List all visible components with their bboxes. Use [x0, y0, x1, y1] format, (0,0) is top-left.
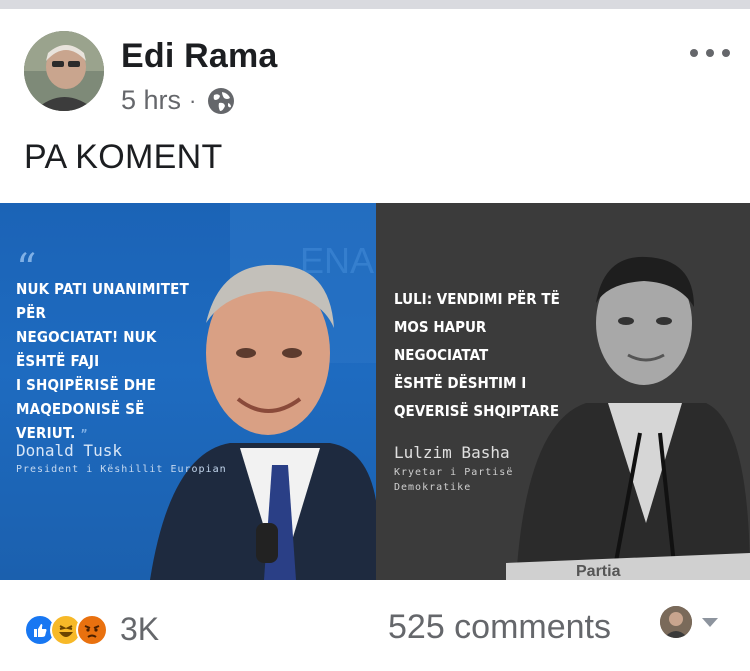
left-panel: ENA “ NUK PATI UNANIMITET PËR NEGOCIATAT…: [0, 203, 376, 580]
basha-quote: LULI: VENDIMI PËR TË MOS HAPUR NEGOCIATA…: [394, 285, 565, 425]
post-time[interactable]: 5 hrs: [121, 85, 181, 116]
meta-separator: ·: [189, 87, 197, 113]
post-meta: 5 hrs ·: [121, 85, 236, 116]
quote-close-mark: ”: [80, 427, 88, 441]
tusk-quote-line: I SHQIPËRISË DHE: [16, 376, 157, 394]
basha-quote-line: MOS HAPUR NEGOCIATAT: [394, 318, 489, 364]
globe-icon[interactable]: [206, 86, 236, 116]
basha-name: Lulzim Basha: [394, 443, 510, 462]
more-options-icon[interactable]: [690, 43, 730, 63]
author-avatar[interactable]: [24, 31, 104, 111]
post-text: PA KOMENT: [24, 138, 223, 176]
right-panel: LULI: VENDIMI PËR TË MOS HAPUR NEGOCIATA…: [376, 203, 750, 580]
basha-role-line: Demokratike: [394, 482, 472, 493]
podium-text: Partia: [576, 563, 621, 580]
angry-icon: [76, 613, 108, 646]
post-image[interactable]: ENA “ NUK PATI UNANIMITET PËR NEGOCIATAT…: [0, 203, 750, 580]
commenter-avatar: [660, 606, 692, 638]
reaction-count[interactable]: 3K: [120, 611, 159, 648]
basha-quote-line: QEVERISË SHQIPTARE: [394, 402, 560, 420]
basha-quote-line: LULI: VENDIMI PËR TË: [394, 290, 560, 308]
basha-role: Kryetar i Partisë Demokratike: [394, 465, 514, 495]
basha-role-line: Kryetar i Partisë: [394, 467, 514, 478]
basha-quote-line: ËSHTË DËSHTIM I: [394, 374, 527, 392]
reactions-summary[interactable]: 3K: [24, 611, 159, 648]
tusk-quote-line: NEGOCIATAT! NUK ËSHTË FAJI: [16, 328, 157, 370]
comments-count[interactable]: 525 comments: [388, 608, 611, 647]
tusk-name: Donald Tusk: [16, 441, 122, 460]
tusk-role: President i Këshillit Europian: [16, 464, 227, 475]
top-divider: [0, 0, 750, 9]
post-header: Edi Rama 5 hrs ·: [0, 9, 750, 119]
author-name[interactable]: Edi Rama: [121, 37, 278, 76]
chevron-down-icon[interactable]: [702, 618, 718, 627]
tusk-quote-line: NUK PATI UNANIMITET PËR: [16, 280, 189, 322]
tusk-quote: NUK PATI UNANIMITET PËR NEGOCIATAT! NUK …: [16, 277, 205, 446]
tusk-quote-line: MAQEDONISË SË VERIUT. ”: [16, 397, 205, 446]
post-footer: 3K 525 comments: [0, 580, 750, 671]
svg-text:ENA: ENA: [300, 240, 374, 281]
